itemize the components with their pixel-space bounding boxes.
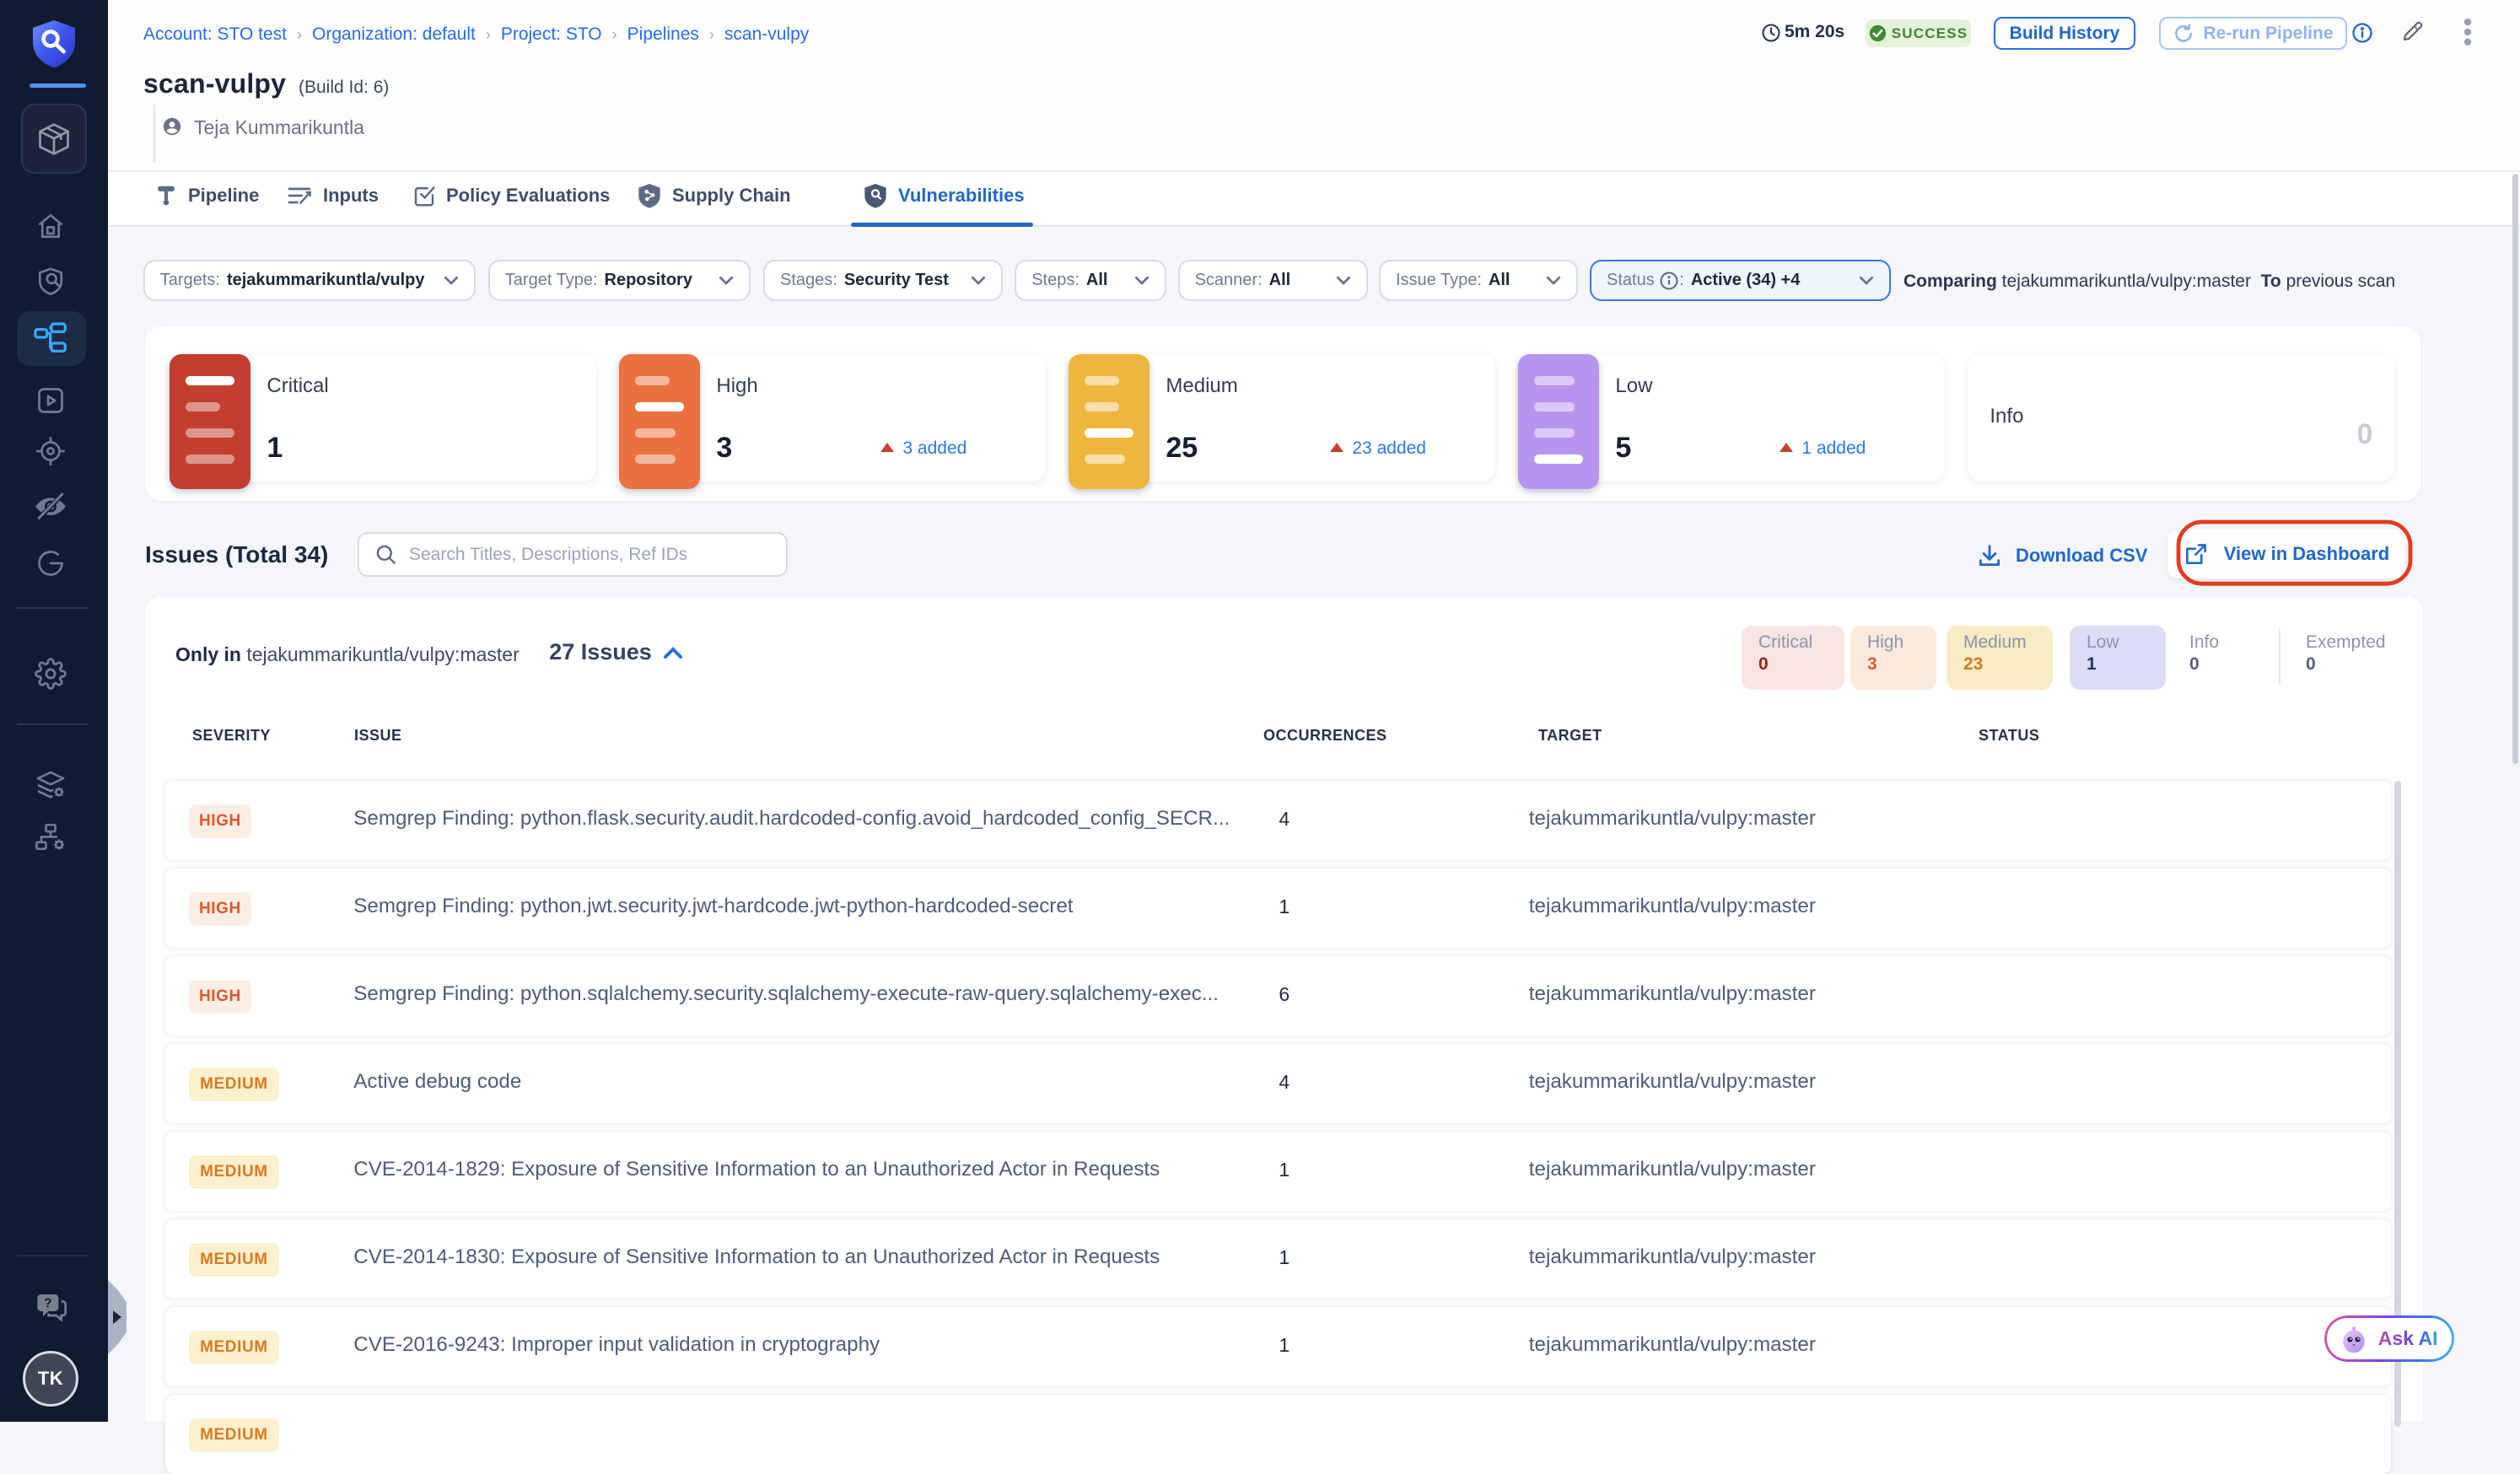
svg-text:?: ? [44, 1296, 52, 1310]
